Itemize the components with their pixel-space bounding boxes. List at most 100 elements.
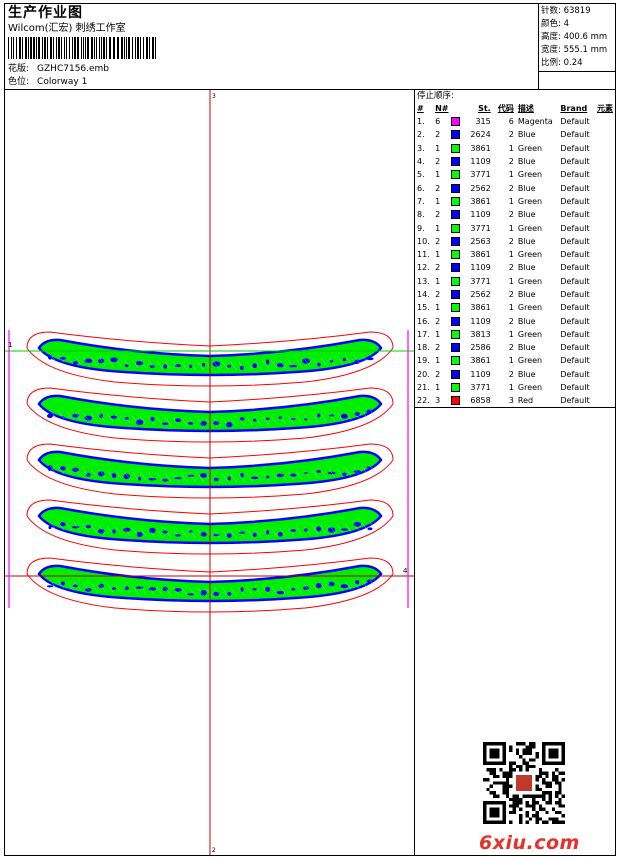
detail-mark [136,360,144,366]
row-description: Green [517,143,543,153]
row-code: 2 [508,369,514,379]
detail-mark [47,413,53,419]
row-description: Blue [517,263,536,273]
row-code: 1 [508,383,514,393]
row-stitches: 1109 [470,369,491,379]
color-swatch [450,143,460,153]
row-code: 1 [508,170,514,180]
table-row: 14. 2 2562 2 Blue Default [417,288,615,301]
row-code: 2 [508,157,514,167]
detail-mark [240,587,244,593]
color-swatch [450,210,460,220]
detail-mark [265,417,270,421]
row-brand: Default [560,117,590,127]
row-code: 2 [508,236,514,246]
row-stitches: 3771 [470,276,491,286]
page-title: 生产作业图 [8,5,83,21]
row-brand: Default [560,263,590,273]
detail-mark [291,417,296,421]
row-description: Blue [517,369,536,379]
row-needle: 2 [435,183,441,193]
row-stitches: 2562 [470,290,491,299]
detail-mark [162,530,168,534]
header-info: 生产作业图 Wilcom(汇宏) 刺绣工作室 花版: GZHC7156.emb 色… [5,4,539,89]
row-description: Blue [517,157,536,167]
row-stitches: 2562 [470,183,491,193]
colorway-value: Colorway 1 [37,77,88,87]
row-index: 8. [417,210,425,220]
colorway-label: 色位: [8,77,30,87]
row-needle: 1 [435,356,441,366]
detail-mark [266,530,270,535]
detail-mark [340,584,349,589]
detail-mark [149,527,156,534]
detail-mark [112,529,116,534]
detail-mark [111,473,117,479]
col-description: 描述 [517,104,534,113]
row-description: Green [517,250,543,260]
detail-mark [367,527,373,531]
detail-mark [239,531,245,534]
detail-mark [250,476,259,480]
color-swatch [450,130,460,140]
row-swatch [450,128,464,141]
row-swatch [450,235,464,248]
detail-mark [98,358,105,364]
row-swatch [450,381,464,394]
row-swatch [450,354,464,367]
row-index: 4. [417,157,425,167]
detail-mark [340,413,348,419]
detail-mark [124,364,129,368]
table-row: 2. 2 2624 2 Blue Default [417,128,615,141]
row-brand: Default [560,303,590,313]
qr-code [483,742,565,824]
detail-mark [253,418,257,422]
row-stitches: 6858 [470,396,491,406]
color-swatch [450,329,460,339]
row-index: 5. [417,170,425,180]
detail-mark [252,363,258,369]
detail-mark [291,588,296,591]
color-swatch [450,343,460,353]
row-swatch [450,195,464,208]
row-swatch [450,248,464,261]
table-header: # N# St. 代码 描述 Brand 元素 [417,103,615,115]
row-description: Green [517,170,543,180]
detail-mark [316,526,322,532]
color-swatch [450,290,460,299]
row-code: 3 [508,396,514,406]
detail-mark [200,421,207,426]
detail-mark [72,467,79,472]
row-swatch [450,221,464,234]
detail-mark [227,476,231,481]
color-swatch [450,263,460,273]
row-stitches: 2563 [470,236,491,246]
detail-mark [276,590,285,595]
row-brand: Default [560,343,590,353]
studio-name: Wilcom(汇宏) 刺绣工作室 [8,23,126,34]
row-needle: 6 [435,117,441,127]
color-swatch [450,170,460,180]
axis-marker-top: 3 [212,93,216,100]
row-needle: 1 [435,196,441,206]
table-row: 9. 1 3771 1 Green Default [417,221,615,234]
row-index: 19. [417,356,430,366]
table-row: 10. 2 2563 2 Blue Default [417,235,615,248]
row-needle: 1 [435,143,441,153]
color-swatch [450,183,460,193]
row-description: Blue [517,130,536,140]
detail-mark [135,586,144,589]
row-needle: 2 [435,263,441,273]
axis-marker-right: 4 [403,567,408,575]
row-needle: 3 [435,396,441,406]
row-code: 2 [508,183,514,193]
row-description: Red [517,396,534,406]
row-brand: Default [560,130,590,140]
row-stitches: 1109 [470,210,491,220]
row-swatch [450,168,464,181]
row-brand: Default [560,276,590,286]
detail-mark [227,364,232,368]
stats-panel: 针数: 63819 颜色: 4 高度: 400.6 mm 宽度: 555.1 m… [539,4,615,72]
color-swatch [450,117,460,127]
stat-width: 宽度: 555.1 mm [541,45,608,55]
